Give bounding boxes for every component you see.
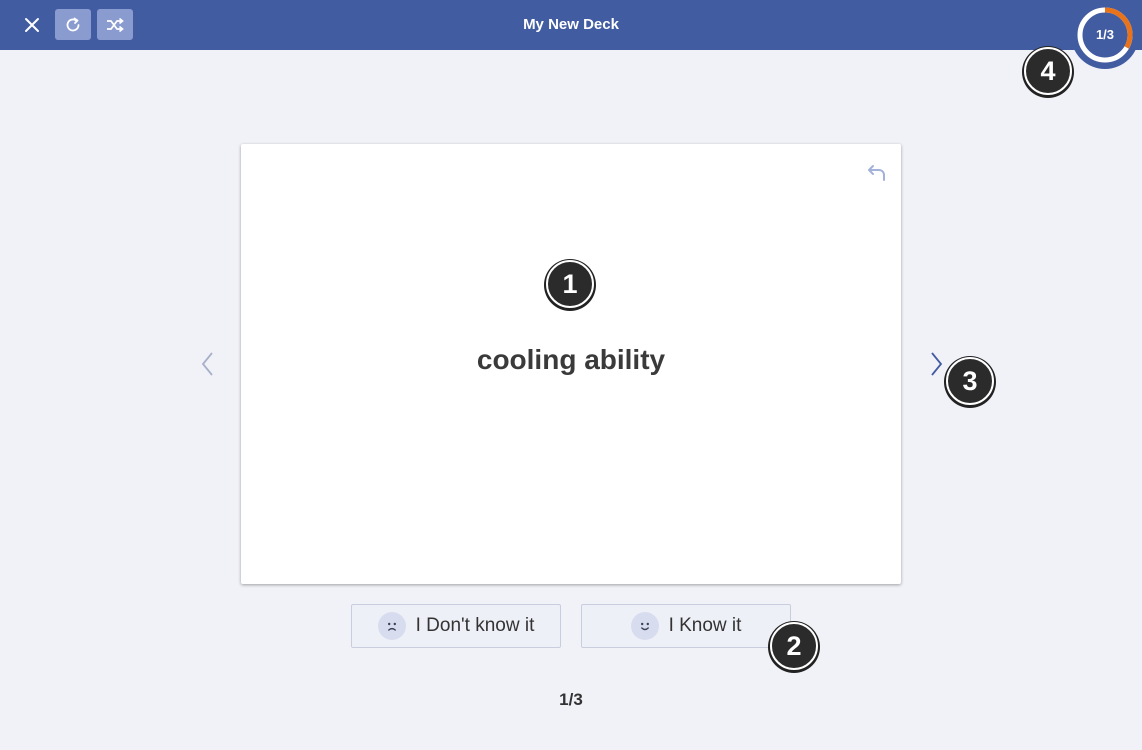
chevron-left-icon[interactable] — [198, 349, 218, 379]
annotation-badge-2: 2 — [770, 622, 818, 670]
smile-face-icon — [630, 612, 659, 640]
progress-text: 1/3 — [1095, 27, 1115, 42]
flip-icon[interactable] — [867, 164, 887, 182]
annotation-badge-3: 3 — [946, 357, 994, 405]
chevron-right-icon[interactable] — [926, 349, 946, 379]
dont-know-label: I Don't know it — [415, 615, 535, 636]
annotation-badge-4: 4 — [1024, 47, 1072, 95]
flashcard[interactable]: cooling ability — [241, 144, 901, 584]
annotation-badge-1: 1 — [546, 260, 594, 308]
dont-know-button[interactable]: I Don't know it — [351, 604, 561, 648]
top-bar: My New Deck — [0, 0, 1142, 50]
sad-face-icon — [377, 612, 406, 640]
card-counter: 1/3 — [559, 690, 583, 709]
know-label: I Know it — [668, 615, 742, 636]
card-term: cooling ability — [476, 344, 666, 375]
know-button[interactable]: I Know it — [581, 604, 791, 648]
deck-title: My New Deck — [523, 16, 619, 33]
